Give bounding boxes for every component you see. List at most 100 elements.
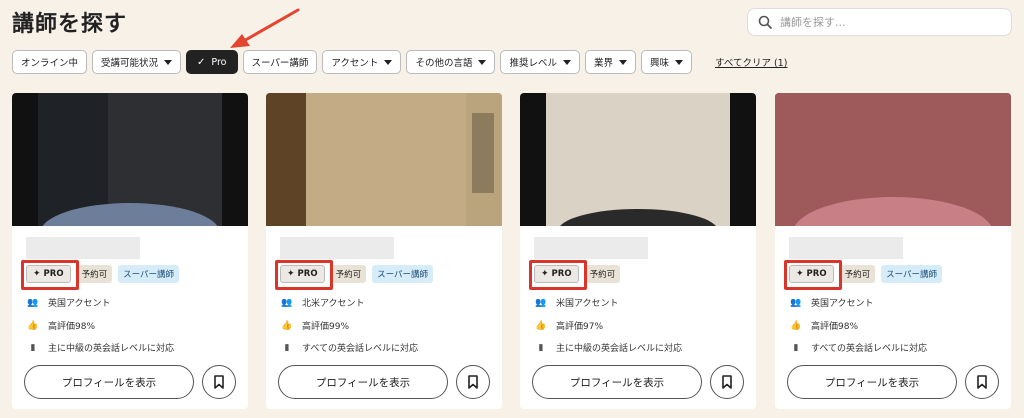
tutor-card: ✦ PRO 予約可 👥 米国アクセント 👍 高評価97% ▮ 主に中級の英会話レベルに対… [520,93,756,409]
accent-text: 英国アクセント [811,299,874,309]
rating-row: 👍 高評価97% [534,319,604,333]
rating-text: 高評価98% [48,322,96,332]
filter-interests[interactable]: 興味 [640,50,692,74]
annotation-arrow-icon [230,8,300,48]
tutor-name-redacted [26,237,140,259]
filter-other-languages[interactable]: その他の言語 [406,50,496,74]
view-profile-button[interactable]: プロフィールを表示 [278,365,448,399]
super-tutor-badge: スーパー講師 [881,265,942,283]
caret-down-icon [618,59,627,65]
people-icon: 👥 [27,297,39,308]
filter-pro[interactable]: ✓ Pro [186,50,238,74]
super-tutor-badge: スーパー講師 [118,265,179,283]
caret-down-icon [478,59,487,65]
filter-accent[interactable]: アクセント [322,50,402,74]
tutor-name-redacted [280,237,394,259]
accent-row: 👥 米国アクセント [534,296,619,310]
accent-row: 👥 英国アクセント [26,296,111,310]
filter-label: 推奨レベル [509,58,557,69]
search-icon [758,15,772,29]
filter-label: その他の言語 [415,58,473,69]
filter-label: 業界 [593,58,613,69]
bar-chart-icon: ▮ [793,342,799,353]
caret-down-icon [384,59,393,65]
level-text: すべての英会話レベルに対応 [302,344,419,354]
caret-down-icon [164,59,173,65]
tutor-name-redacted [789,237,903,259]
filter-label: スーパー講師 [251,58,309,69]
bookmark-button[interactable] [710,365,744,399]
filter-online[interactable]: オンライン中 [12,50,88,74]
filter-super-tutor[interactable]: スーパー講師 [242,50,318,74]
bookable-badge: 予約可 [584,265,621,283]
rating-text: 高評価99% [302,322,350,332]
view-profile-button[interactable]: プロフィールを表示 [24,365,194,399]
thumbs-up-icon: 👍 [535,320,547,331]
caret-down-icon [562,59,571,65]
bookmark-icon [468,375,478,389]
rating-row: 👍 高評価99% [280,319,350,333]
accent-text: 英国アクセント [48,299,111,309]
pro-highlight-box [784,260,842,290]
filter-industry[interactable]: 業界 [584,50,636,74]
bookmark-icon [722,375,732,389]
filter-label: 興味 [649,58,669,69]
bookmark-button[interactable] [202,365,236,399]
level-row: ▮ すべての英会話レベルに対応 [280,341,419,355]
level-row: ▮ 主に中級の英会話レベルに対応 [26,341,175,355]
rating-text: 高評価97% [556,322,604,332]
view-profile-button[interactable]: プロフィールを表示 [532,365,702,399]
bookmark-button[interactable] [456,365,490,399]
bookmark-button[interactable] [965,365,999,399]
pro-highlight-box [529,260,587,290]
accent-row: 👥 北米アクセント [280,296,365,310]
caret-down-icon [675,59,683,65]
face-redaction [815,103,975,218]
clear-all-link[interactable]: すべてクリア (1) [715,55,787,69]
check-icon: ✓ [197,56,206,68]
tutor-name-redacted [534,237,648,259]
filter-recommended-level[interactable]: 推奨レベル [500,50,580,74]
filter-label: アクセント [331,58,379,69]
search-box[interactable] [747,8,1012,36]
accent-text: 米国アクセント [556,299,619,309]
bookmark-icon [977,375,987,389]
filter-bar: オンライン中 受講可能状況 ✓ Pro スーパー講師 アクセント その他の言語 推… [12,50,787,74]
thumbs-up-icon: 👍 [281,320,293,331]
search-input[interactable] [780,15,980,29]
bookable-badge: 予約可 [76,265,113,283]
tutor-card: ✦ PRO 予約可 スーパー講師 👥 北米アクセント 👍 高評価99% ▮ すべての英会… [266,93,502,409]
bar-chart-icon: ▮ [30,342,36,353]
rating-row: 👍 高評価98% [789,319,859,333]
level-row: ▮ 主に中級の英会話レベルに対応 [534,341,683,355]
super-tutor-badge: スーパー講師 [372,265,433,283]
bar-chart-icon: ▮ [284,342,290,353]
view-profile-button[interactable]: プロフィールを表示 [787,365,957,399]
rating-text: 高評価98% [811,322,859,332]
level-text: 主に中級の英会話レベルに対応 [48,344,175,354]
bookmark-icon [214,375,224,389]
level-row: ▮ すべての英会話レベルに対応 [789,341,928,355]
level-text: 主に中級の英会話レベルに対応 [556,344,683,354]
people-icon: 👥 [281,297,293,308]
filter-label: Pro [211,56,227,68]
people-icon: 👥 [790,297,802,308]
accent-text: 北米アクセント [302,299,365,309]
face-redaction [309,103,463,218]
tutor-card: ✦ PRO 予約可 スーパー講師 👥 英国アクセント 👍 高評価98% ▮ すべての英会… [775,93,1011,409]
page-title: 講師を探す [12,12,128,37]
accent-row: 👥 英国アクセント [789,296,874,310]
pro-highlight-box [275,260,333,290]
pro-highlight-box [21,260,79,290]
people-icon: 👥 [535,297,547,308]
face-redaction [558,103,718,216]
thumbs-up-icon: 👍 [790,320,802,331]
bar-chart-icon: ▮ [538,342,544,353]
filter-label: 受講可能状況 [101,58,159,69]
tutor-card-grid: ✦ PRO 予約可 スーパー講師 👥 英国アクセント 👍 高評価98% ▮ 主に中級の英… [12,93,1012,411]
bookable-badge: 予約可 [330,265,367,283]
filter-label: オンライン中 [21,58,79,69]
filter-availability[interactable]: 受講可能状況 [92,50,182,74]
bookable-badge: 予約可 [839,265,876,283]
rating-row: 👍 高評価98% [26,319,96,333]
